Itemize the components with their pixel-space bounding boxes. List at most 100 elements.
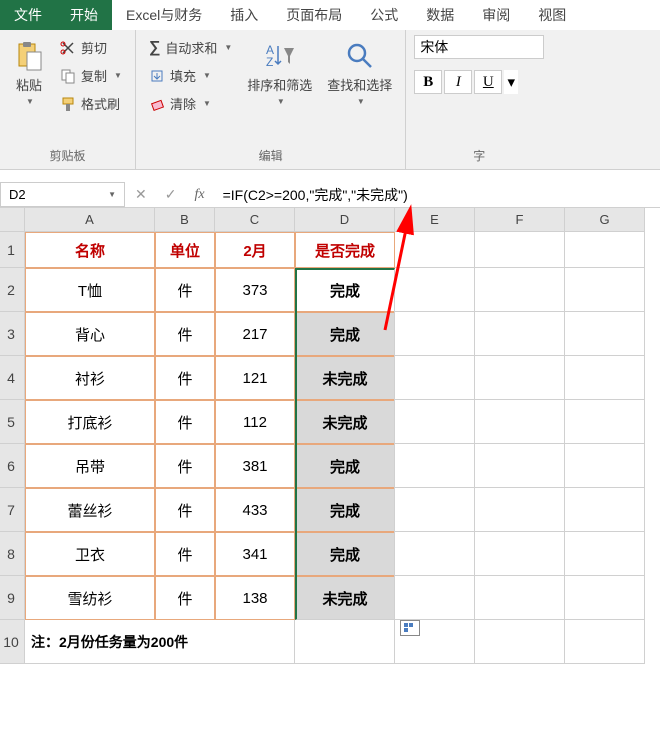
cell-f10[interactable] [475, 620, 565, 664]
row-header-9[interactable]: 9 [0, 576, 25, 620]
cell-b6[interactable]: 件 [155, 444, 215, 488]
cell-d2[interactable]: 完成 [295, 268, 395, 312]
cell-g5[interactable] [565, 400, 645, 444]
col-header-e[interactable]: E [395, 208, 475, 232]
row-header-4[interactable]: 4 [0, 356, 25, 400]
formula-input[interactable]: =IF(C2>=200,"完成","未完成") [215, 182, 660, 207]
col-header-d[interactable]: D [295, 208, 395, 232]
col-header-g[interactable]: G [565, 208, 645, 232]
cell-g9[interactable] [565, 576, 645, 620]
clear-button[interactable]: 清除 ▼ [144, 91, 237, 116]
cell-b3[interactable]: 件 [155, 312, 215, 356]
cell-g1[interactable] [565, 232, 645, 268]
cell-a8[interactable]: 卫衣 [25, 532, 155, 576]
cell-c9[interactable]: 138 [215, 576, 295, 620]
tab-custom[interactable]: Excel与财务 [112, 0, 216, 30]
accept-icon[interactable]: ✓ [165, 186, 177, 203]
format-painter-button[interactable]: 格式刷 [55, 91, 127, 116]
row-header-3[interactable]: 3 [0, 312, 25, 356]
sort-filter-button[interactable]: AZ 排序和筛选 ▼ [242, 35, 317, 144]
cell-a4[interactable]: 衬衫 [25, 356, 155, 400]
cell-f7[interactable] [475, 488, 565, 532]
cell-d6[interactable]: 完成 [295, 444, 395, 488]
tab-formula[interactable]: 公式 [356, 0, 412, 30]
tab-view[interactable]: 视图 [524, 0, 580, 30]
cell-f4[interactable] [475, 356, 565, 400]
cell-e1[interactable] [395, 232, 475, 268]
cell-d8[interactable]: 完成 [295, 532, 395, 576]
cell-c7[interactable]: 433 [215, 488, 295, 532]
find-select-button[interactable]: 查找和选择 ▼ [322, 35, 397, 144]
col-header-a[interactable]: A [25, 208, 155, 232]
cell-a7[interactable]: 蕾丝衫 [25, 488, 155, 532]
cell-d3[interactable]: 完成 [295, 312, 395, 356]
cell-d10[interactable] [295, 620, 395, 664]
cell-c5[interactable]: 112 [215, 400, 295, 444]
cell-d9[interactable]: 未完成 [295, 576, 395, 620]
cell-e5[interactable] [395, 400, 475, 444]
underline-button[interactable]: U [474, 70, 502, 94]
cell-b5[interactable]: 件 [155, 400, 215, 444]
fill-button[interactable]: 填充 ▼ [144, 63, 237, 88]
italic-button[interactable]: I [444, 70, 472, 94]
cell-c1[interactable]: 2月 [215, 232, 295, 268]
cancel-icon[interactable]: ✕ [135, 186, 147, 203]
cell-b4[interactable]: 件 [155, 356, 215, 400]
cell-a1[interactable]: 名称 [25, 232, 155, 268]
cell-e9[interactable] [395, 576, 475, 620]
cell-e4[interactable] [395, 356, 475, 400]
row-header-6[interactable]: 6 [0, 444, 25, 488]
select-all-corner[interactable] [0, 208, 25, 232]
row-header-2[interactable]: 2 [0, 268, 25, 312]
autofill-options-button[interactable] [400, 620, 420, 636]
cell-a10[interactable]: 注：2月份任务量为200件 [25, 620, 295, 664]
cell-e7[interactable] [395, 488, 475, 532]
paste-button[interactable]: 粘贴 ▼ [8, 35, 50, 144]
cell-g2[interactable] [565, 268, 645, 312]
col-header-f[interactable]: F [475, 208, 565, 232]
cell-f1[interactable] [475, 232, 565, 268]
cell-b7[interactable]: 件 [155, 488, 215, 532]
cell-b2[interactable]: 件 [155, 268, 215, 312]
cell-c8[interactable]: 341 [215, 532, 295, 576]
cell-c3[interactable]: 217 [215, 312, 295, 356]
cell-f6[interactable] [475, 444, 565, 488]
cell-c4[interactable]: 121 [215, 356, 295, 400]
bold-button[interactable]: B [414, 70, 442, 94]
cell-b9[interactable]: 件 [155, 576, 215, 620]
cell-b1[interactable]: 单位 [155, 232, 215, 268]
cell-g8[interactable] [565, 532, 645, 576]
cell-a9[interactable]: 雪纺衫 [25, 576, 155, 620]
cell-e2[interactable] [395, 268, 475, 312]
cell-g3[interactable] [565, 312, 645, 356]
cell-g7[interactable] [565, 488, 645, 532]
tab-home[interactable]: 开始 [56, 0, 112, 30]
cell-e6[interactable] [395, 444, 475, 488]
cell-a3[interactable]: 背心 [25, 312, 155, 356]
cell-d7[interactable]: 完成 [295, 488, 395, 532]
cell-d5[interactable]: 未完成 [295, 400, 395, 444]
cell-g10[interactable] [565, 620, 645, 664]
row-header-8[interactable]: 8 [0, 532, 25, 576]
name-box[interactable]: D2 ▼ [0, 182, 125, 207]
copy-button[interactable]: 复制 ▼ [55, 63, 127, 88]
tab-file[interactable]: 文件 [0, 0, 56, 30]
cell-d4[interactable]: 未完成 [295, 356, 395, 400]
cell-g6[interactable] [565, 444, 645, 488]
autosum-button[interactable]: ∑ 自动求和 ▼ [144, 35, 237, 60]
tab-review[interactable]: 审阅 [468, 0, 524, 30]
row-header-1[interactable]: 1 [0, 232, 25, 268]
cut-button[interactable]: 剪切 [55, 35, 127, 60]
cell-f8[interactable] [475, 532, 565, 576]
cell-a2[interactable]: T恤 [25, 268, 155, 312]
cell-f3[interactable] [475, 312, 565, 356]
cell-f5[interactable] [475, 400, 565, 444]
row-header-7[interactable]: 7 [0, 488, 25, 532]
font-name-input[interactable] [414, 35, 544, 59]
cell-f2[interactable] [475, 268, 565, 312]
cell-c6[interactable]: 381 [215, 444, 295, 488]
cell-d1[interactable]: 是否完成 [295, 232, 395, 268]
tab-insert[interactable]: 插入 [216, 0, 272, 30]
row-header-10[interactable]: 10 [0, 620, 25, 664]
cell-a5[interactable]: 打底衫 [25, 400, 155, 444]
